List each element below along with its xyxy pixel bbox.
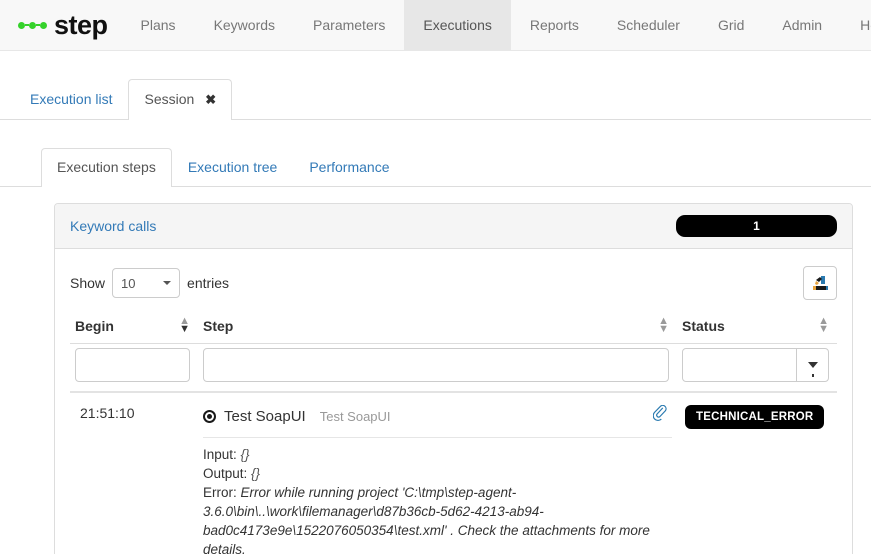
cell-status: TECHNICAL_ERROR bbox=[677, 392, 837, 554]
page-length-select[interactable]: 10 bbox=[112, 268, 181, 298]
nav-item-plans[interactable]: Plans bbox=[122, 0, 195, 50]
cell-step: Test SoapUI Test SoapUI Input: {} Output… bbox=[198, 392, 677, 554]
step-details: Input: {} Output: {} Error: Error while … bbox=[203, 438, 672, 554]
nav-item-grid[interactable]: Grid bbox=[699, 0, 763, 50]
paperclip-icon bbox=[652, 404, 667, 422]
panel-title[interactable]: Keyword calls bbox=[70, 218, 156, 234]
table-filter-row bbox=[70, 343, 837, 393]
nav-items: Plans Keywords Parameters Executions Rep… bbox=[122, 0, 871, 50]
panel-body: Show 10 entries Begin ▲ ▼ Step ▲ ▼ Statu… bbox=[55, 249, 852, 554]
sort-icon: ▲ ▼ bbox=[818, 315, 829, 335]
cell-begin: 21:51:10 bbox=[70, 392, 198, 554]
detail-output: Output: {} bbox=[203, 464, 672, 483]
table-head: Begin ▲ ▼ Step ▲ ▼ Status ▲ ▼ bbox=[70, 310, 837, 393]
sort-icon: ▲ ▼ bbox=[658, 315, 669, 335]
tab-performance-label: Performance bbox=[309, 159, 390, 176]
detail-error: Error: Error while running project 'C:\t… bbox=[203, 483, 672, 554]
tab-execution-tree-label: Execution tree bbox=[187, 159, 278, 176]
filter-input-status[interactable] bbox=[683, 349, 796, 381]
input-label: Input: bbox=[203, 447, 237, 462]
keyword-calls-section: Keyword calls 1 Show 10 entries Begin ▲ … bbox=[0, 187, 871, 554]
column-header-step[interactable]: Step ▲ ▼ bbox=[198, 310, 677, 344]
column-header-status-label: Status bbox=[682, 318, 725, 334]
sort-descending-icon: ▲ ▼ bbox=[179, 315, 190, 335]
nav-item-scheduler[interactable]: Scheduler bbox=[598, 0, 699, 50]
funnel-icon bbox=[807, 362, 818, 377]
output-value: {} bbox=[251, 466, 261, 481]
tab-session[interactable]: Session ✖ bbox=[128, 79, 233, 120]
session-subtabs: Execution steps Execution tree Performan… bbox=[0, 145, 871, 187]
panel-header: Keyword calls 1 bbox=[55, 204, 852, 249]
table-body: 21:51:10 Test SoapUI Test SoapUI Input: … bbox=[70, 392, 837, 554]
column-header-step-label: Step bbox=[203, 318, 234, 334]
show-label: Show bbox=[70, 275, 106, 291]
top-navbar: step Plans Keywords Parameters Execution… bbox=[0, 0, 871, 51]
column-header-begin-label: Begin bbox=[75, 318, 114, 334]
error-value: Error while running project 'C:\tmp\step… bbox=[203, 485, 650, 554]
tab-execution-steps[interactable]: Execution steps bbox=[41, 148, 172, 187]
nav-item-keywords[interactable]: Keywords bbox=[195, 0, 294, 50]
page-length-value: 10 bbox=[121, 275, 136, 291]
tab-session-label: Session bbox=[144, 91, 195, 108]
filter-cell-begin bbox=[70, 343, 198, 393]
brand-name: step bbox=[54, 9, 108, 40]
three-green-dots-icon bbox=[18, 21, 47, 29]
nav-item-executions[interactable]: Executions bbox=[404, 0, 511, 50]
keyword-calls-panel: Keyword calls 1 Show 10 entries Begin ▲ … bbox=[54, 203, 853, 554]
output-label: Output: bbox=[203, 466, 248, 481]
input-value: {} bbox=[240, 447, 250, 462]
row-step-name[interactable]: Test SoapUI bbox=[224, 408, 306, 425]
nav-item-parameters[interactable]: Parameters bbox=[294, 0, 404, 50]
column-header-begin[interactable]: Begin ▲ ▼ bbox=[70, 310, 198, 344]
tab-execution-list[interactable]: Execution list bbox=[14, 79, 128, 120]
entries-label: entries bbox=[187, 275, 230, 291]
filter-cell-status bbox=[677, 343, 837, 393]
chevron-down-icon bbox=[163, 281, 172, 285]
filter-cell-step bbox=[198, 343, 677, 393]
session-content: Execution steps Execution tree Performan… bbox=[0, 145, 871, 554]
tab-performance[interactable]: Performance bbox=[293, 148, 405, 187]
table-header-row: Begin ▲ ▼ Step ▲ ▼ Status ▲ ▼ bbox=[70, 310, 837, 344]
table-controls: Show 10 entries bbox=[70, 263, 837, 310]
detail-input: Input: {} bbox=[203, 445, 672, 464]
nav-item-reports[interactable]: Reports bbox=[511, 0, 598, 50]
table-row[interactable]: 21:51:10 Test SoapUI Test SoapUI Input: … bbox=[70, 392, 837, 554]
nav-item-admin[interactable]: Admin bbox=[763, 0, 841, 50]
page-length-control: Show 10 entries bbox=[70, 268, 229, 298]
status-badge: TECHNICAL_ERROR bbox=[685, 405, 825, 429]
error-label: Error: bbox=[203, 485, 237, 500]
record-target-icon bbox=[203, 409, 216, 423]
attachment-button[interactable] bbox=[652, 404, 672, 427]
export-icon bbox=[812, 275, 828, 290]
close-icon[interactable]: ✖ bbox=[205, 92, 216, 107]
execution-tabs: Execution list Session ✖ bbox=[0, 72, 871, 120]
filter-input-begin[interactable] bbox=[75, 348, 190, 382]
tab-execution-list-label: Execution list bbox=[30, 91, 113, 108]
column-header-status[interactable]: Status ▲ ▼ bbox=[677, 310, 837, 344]
row-begin-time: 21:51:10 bbox=[80, 405, 135, 421]
filter-input-step[interactable] bbox=[203, 348, 669, 382]
filter-dropdown-button[interactable] bbox=[796, 349, 828, 381]
keyword-calls-count-badge: 1 bbox=[676, 215, 837, 237]
export-button[interactable] bbox=[803, 266, 837, 300]
step-header: Test SoapUI Test SoapUI bbox=[203, 404, 672, 438]
nav-item-help[interactable]: Help bbox=[841, 0, 871, 50]
tab-execution-steps-label: Execution steps bbox=[57, 159, 156, 176]
tab-execution-tree[interactable]: Execution tree bbox=[172, 148, 294, 187]
filter-select-status[interactable] bbox=[682, 348, 829, 382]
keyword-calls-table: Begin ▲ ▼ Step ▲ ▼ Status ▲ ▼ 21:51:10 T… bbox=[70, 310, 837, 554]
brand-logo[interactable]: step bbox=[0, 0, 122, 50]
row-step-sub: Test SoapUI bbox=[319, 408, 391, 424]
